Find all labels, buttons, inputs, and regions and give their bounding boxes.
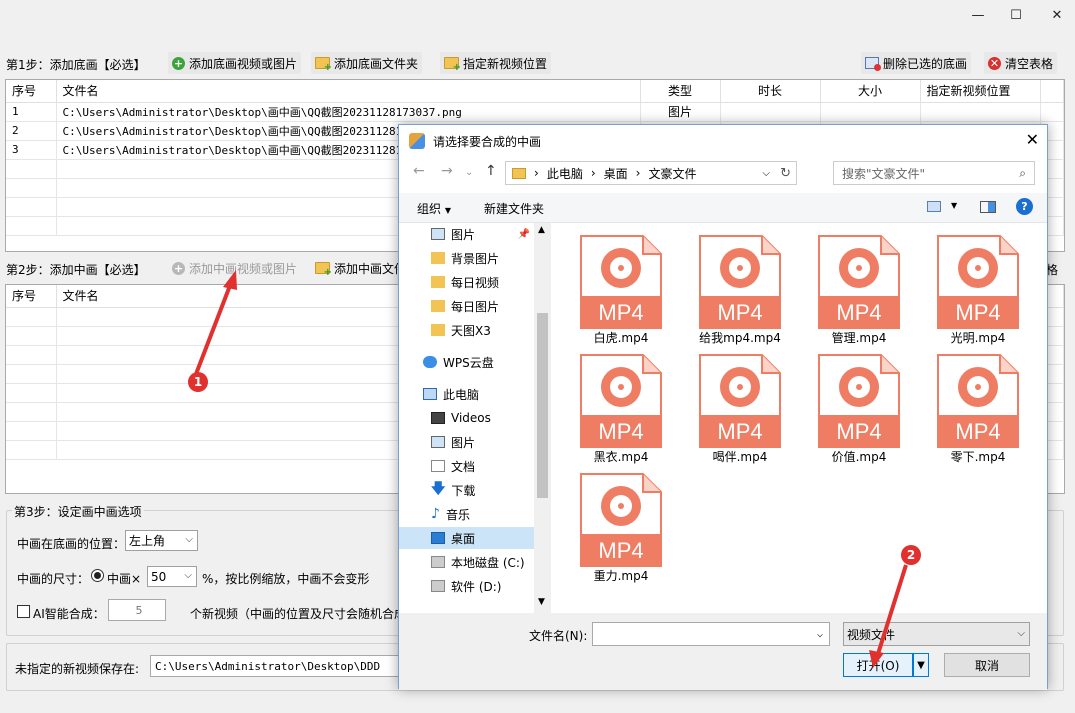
annotation-arrowhead-1 — [223, 270, 237, 290]
annotation-arrow-1 — [194, 282, 233, 375]
annotation-arrowhead-2 — [869, 650, 884, 668]
annotation-marker-2: 2 — [901, 545, 921, 565]
annotation-arrow-2 — [876, 564, 908, 655]
annotation-marker-1: 1 — [188, 372, 208, 392]
annotation-arrows — [194, 270, 908, 668]
